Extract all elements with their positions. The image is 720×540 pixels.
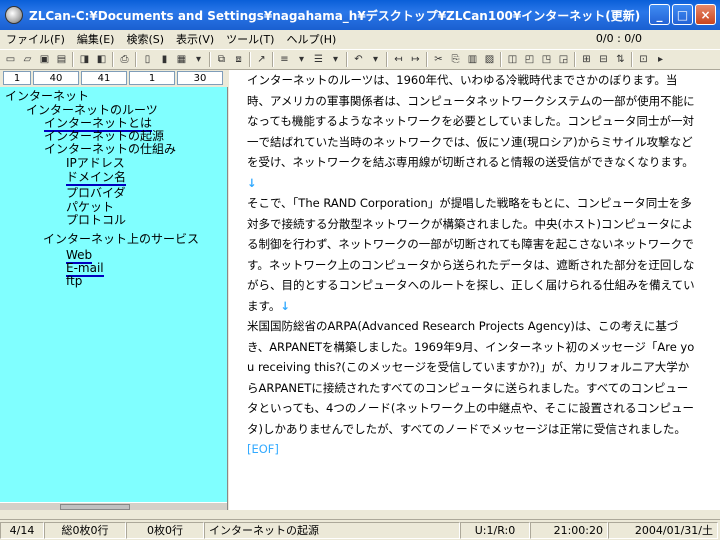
save-icon[interactable]: ▣ bbox=[36, 51, 53, 68]
open-file-icon[interactable]: ▱ bbox=[19, 51, 36, 68]
position-indicator: 0/0 : 0/0 bbox=[595, 32, 642, 45]
window-icon[interactable]: ⧉ bbox=[213, 51, 230, 68]
toolbar-separator bbox=[272, 52, 274, 67]
tree-node-services[interactable]: インターネット上のサービス bbox=[43, 233, 199, 246]
select-all-icon[interactable]: ▨ bbox=[481, 51, 498, 68]
align-icon[interactable]: ≡ bbox=[276, 51, 293, 68]
window-title: ZLCan-C:¥Documents and Settings¥nagahama… bbox=[29, 8, 641, 23]
app-icon[interactable] bbox=[5, 6, 23, 24]
start-page-field[interactable]: 1 bbox=[129, 71, 175, 85]
dropdown-arrow-icon[interactable]: ▾ bbox=[367, 51, 384, 68]
dropdown-arrow-icon[interactable]: ▾ bbox=[190, 51, 207, 68]
menu-file[interactable]: ファイル(F) bbox=[0, 31, 71, 47]
return-mark: ↓ bbox=[280, 298, 290, 313]
toolbar-separator bbox=[500, 52, 502, 67]
print-icon[interactable]: ⎙ bbox=[116, 51, 133, 68]
paragraph-1: インターネットのルーツは、1960年代、いわゆる冷戦時代までさかのぼります。当時… bbox=[247, 70, 697, 193]
tree-node-mechanism[interactable]: インターネットの仕組み bbox=[44, 143, 176, 156]
menu-help[interactable]: ヘルプ(H) bbox=[280, 31, 342, 47]
tree-node-root[interactable]: インターネット bbox=[5, 90, 89, 103]
toolbar-separator bbox=[574, 52, 576, 67]
status-bar: 4/14 総0枚0行 0枚0行 インターネットの起源 U:1/R:0 21:00… bbox=[0, 519, 720, 540]
jump-icon[interactable]: ↗ bbox=[253, 51, 270, 68]
node-add-icon[interactable]: ◫ bbox=[504, 51, 521, 68]
tree-horizontal-scrollbar[interactable] bbox=[0, 502, 227, 510]
copy-icon[interactable]: ⎘ bbox=[447, 51, 464, 68]
scrollbar-thumb[interactable] bbox=[60, 504, 130, 510]
status-date: 2004/01/31/土 bbox=[608, 521, 718, 539]
tree-node-ftp[interactable]: ftp bbox=[66, 275, 82, 288]
paragraph-3-text: 米国国防総省のARPA(Advanced Research Projects A… bbox=[247, 319, 695, 436]
menu-view[interactable]: 表示(V) bbox=[170, 31, 220, 47]
outline-icon[interactable]: ⊡ bbox=[635, 51, 652, 68]
tree-node-ip-address[interactable]: IPアドレス bbox=[66, 157, 125, 170]
back-icon[interactable]: ↤ bbox=[390, 51, 407, 68]
toolbar-separator bbox=[249, 52, 251, 67]
status-ur: U:1/R:0 bbox=[460, 521, 530, 539]
lines-per-page-field[interactable]: 41 bbox=[81, 71, 127, 85]
menu-bar: ファイル(F) 編集(E) 検索(S) 表示(V) ツール(T) ヘルプ(H) … bbox=[0, 30, 720, 48]
end-field[interactable]: 30 bbox=[177, 71, 223, 85]
return-mark: ↓ bbox=[247, 175, 257, 190]
menu-tools[interactable]: ツール(T) bbox=[220, 31, 280, 47]
toolbar-separator bbox=[631, 52, 633, 67]
status-page: 4/14 bbox=[0, 521, 44, 539]
tree-collapse-icon[interactable]: ⊟ bbox=[595, 51, 612, 68]
paragraph-1-text: インターネットのルーツは、1960年代、いわゆる冷戦時代までさかのぼります。当時… bbox=[247, 73, 695, 169]
close-button[interactable]: × bbox=[695, 4, 716, 25]
level-select[interactable]: 1 bbox=[3, 71, 31, 85]
chevron-right-icon[interactable]: ▸ bbox=[652, 51, 669, 68]
undo-icon[interactable]: ↶ bbox=[350, 51, 367, 68]
toolbar-separator bbox=[426, 52, 428, 67]
paragraph-2: そこで、「The RAND Corporation」が提唱した戦略をもとに、コン… bbox=[247, 193, 697, 316]
page-setup-icon[interactable]: ▮ bbox=[156, 51, 173, 68]
tree-icon[interactable]: ⊞ bbox=[578, 51, 595, 68]
eof-mark: [EOF] bbox=[247, 442, 279, 456]
page-icon[interactable]: ▯ bbox=[139, 51, 156, 68]
dropdown-arrow-icon[interactable]: ▾ bbox=[327, 51, 344, 68]
color-icon[interactable]: ▦ bbox=[173, 51, 190, 68]
save-all-icon[interactable]: ▤ bbox=[53, 51, 70, 68]
status-count: 0枚0行 bbox=[126, 521, 204, 539]
menu-edit[interactable]: 編集(E) bbox=[71, 31, 121, 47]
tree-node-protocol[interactable]: プロトコル bbox=[66, 214, 126, 227]
dropdown-arrow-icon[interactable]: ▾ bbox=[293, 51, 310, 68]
paragraph-3: 米国国防総省のARPA(Advanced Research Projects A… bbox=[247, 316, 697, 460]
export-icon[interactable]: ◧ bbox=[93, 51, 110, 68]
status-time: 21:00:20 bbox=[530, 521, 608, 539]
format-icon[interactable]: ☰ bbox=[310, 51, 327, 68]
minimize-button[interactable]: _ bbox=[649, 4, 670, 25]
paragraph-2-text: そこで、「The RAND Corporation」が提唱した戦略をもとに、コン… bbox=[247, 196, 695, 313]
maximize-button[interactable]: □ bbox=[672, 4, 693, 25]
new-file-icon[interactable]: ▭ bbox=[2, 51, 19, 68]
sort-icon[interactable]: ⇅ bbox=[612, 51, 629, 68]
status-total: 総0枚0行 bbox=[44, 521, 126, 539]
number-bar: 1 40 41 1 30 bbox=[0, 70, 228, 86]
import-icon[interactable]: ◨ bbox=[76, 51, 93, 68]
node-copy-icon[interactable]: ◳ bbox=[538, 51, 555, 68]
window-controls: _ □ × bbox=[649, 4, 716, 25]
node-paste-icon[interactable]: ◲ bbox=[555, 51, 572, 68]
tree-node-domain[interactable]: ドメイン名 bbox=[66, 171, 127, 186]
status-node: インターネットの起源 bbox=[204, 521, 460, 539]
paste-icon[interactable]: ▥ bbox=[464, 51, 481, 68]
window-alt-icon[interactable]: ⧈ bbox=[230, 51, 247, 68]
text-editor[interactable]: インターネットのルーツは、1960年代、いわゆる冷戦時代までさかのぼります。当時… bbox=[229, 70, 720, 510]
menu-search[interactable]: 検索(S) bbox=[120, 31, 170, 47]
toolbar-separator bbox=[72, 52, 74, 67]
forward-icon[interactable]: ↦ bbox=[407, 51, 424, 68]
title-bar[interactable]: ZLCan-C:¥Documents and Settings¥nagahama… bbox=[0, 0, 720, 30]
toolbar-separator bbox=[135, 52, 137, 67]
toolbar: ▭ ▱ ▣ ▤ ◨ ◧ ⎙ ▯ ▮ ▦ ▾ ⧉ ⧈ ↗ ≡ ▾ ☰ ▾ ↶ ▾ … bbox=[0, 49, 720, 70]
toolbar-separator bbox=[209, 52, 211, 67]
toolbar-separator bbox=[386, 52, 388, 67]
node-child-icon[interactable]: ◰ bbox=[521, 51, 538, 68]
tree-node-provider[interactable]: プロバイダ bbox=[66, 187, 126, 200]
toolbar-separator bbox=[112, 52, 114, 67]
toolbar-separator bbox=[346, 52, 348, 67]
outline-tree[interactable]: インターネット インターネットのルーツ インターネットとは インターネットの起源… bbox=[0, 87, 228, 510]
cut-icon[interactable]: ✂ bbox=[430, 51, 447, 68]
chars-per-line-field[interactable]: 40 bbox=[33, 71, 79, 85]
